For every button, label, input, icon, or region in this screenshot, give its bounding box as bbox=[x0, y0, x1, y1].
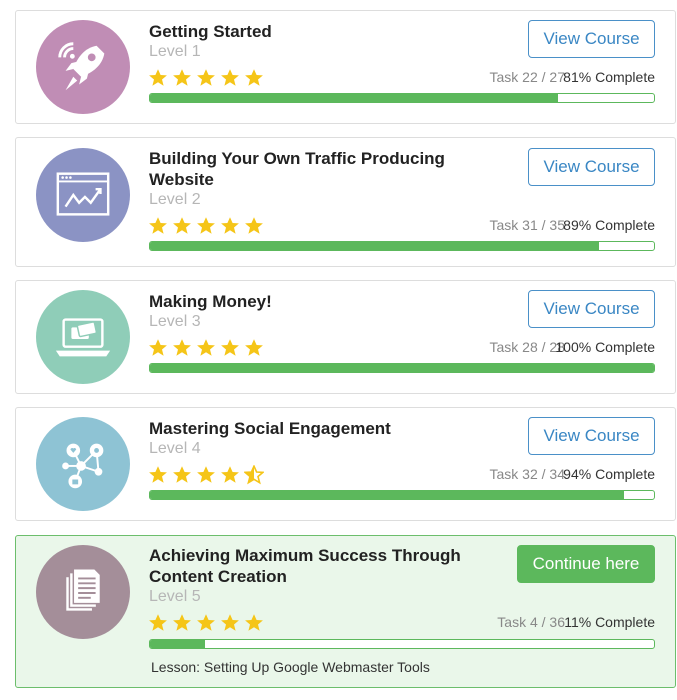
star-icon bbox=[196, 338, 216, 360]
star-icon bbox=[172, 613, 192, 635]
task-count: Task 22 / 27 bbox=[489, 69, 566, 85]
star-icon bbox=[148, 613, 168, 635]
percent-complete: 100% Complete bbox=[555, 339, 655, 355]
rating-stars bbox=[148, 216, 264, 238]
star-icon bbox=[148, 216, 168, 238]
view-course-button[interactable]: View Course bbox=[528, 417, 655, 455]
progress-bar bbox=[149, 93, 655, 103]
progress-fill bbox=[150, 94, 559, 102]
star-icon bbox=[196, 216, 216, 238]
course-level: Level 4 bbox=[149, 440, 201, 457]
star-icon bbox=[196, 465, 216, 487]
laptop-card-icon bbox=[55, 318, 111, 357]
view-course-button[interactable]: View Course bbox=[528, 20, 655, 58]
star-icon bbox=[148, 338, 168, 360]
current-lesson[interactable]: Lesson: Setting Up Google Webmaster Tool… bbox=[151, 658, 430, 676]
view-course-button[interactable]: View Course bbox=[528, 290, 655, 328]
browser-chart-icon bbox=[56, 172, 110, 216]
progress-bar bbox=[149, 490, 655, 500]
course-card-social-engagement: Mastering Social Engagement Level 4 Task… bbox=[15, 407, 676, 521]
star-icon bbox=[148, 465, 168, 487]
view-course-button[interactable]: View Course bbox=[528, 148, 655, 186]
course-level: Level 1 bbox=[149, 43, 201, 60]
star-icon bbox=[196, 68, 216, 90]
task-count: Task 31 / 35 bbox=[489, 217, 566, 233]
star-icon bbox=[220, 338, 240, 360]
progress-fill bbox=[150, 491, 624, 499]
star-icon bbox=[172, 338, 192, 360]
star-icon bbox=[244, 216, 264, 238]
rating-stars bbox=[148, 464, 265, 487]
course-card-content-creation: Achieving Maximum Success Through Conten… bbox=[15, 535, 676, 688]
documents-icon bbox=[64, 568, 102, 613]
progress-bar bbox=[149, 639, 655, 649]
course-title: Achieving Maximum Success Through Conten… bbox=[149, 546, 461, 586]
course-title: Getting Started bbox=[149, 22, 272, 41]
star-icon bbox=[220, 68, 240, 90]
course-card-making-money: Making Money! Level 3 Task 28 / 28 100% … bbox=[15, 280, 676, 394]
course-card-traffic-website: Building Your Own Traffic Producing Webs… bbox=[15, 137, 676, 267]
star-icon bbox=[172, 465, 192, 487]
star-icon bbox=[196, 613, 216, 635]
course-avatar bbox=[36, 545, 130, 639]
star-icon bbox=[220, 613, 240, 635]
rocket-icon bbox=[58, 42, 105, 91]
course-title: Making Money! bbox=[149, 292, 272, 311]
course-avatar bbox=[36, 290, 130, 384]
course-level: Level 5 bbox=[149, 588, 201, 605]
course-avatar bbox=[36, 417, 130, 511]
percent-complete: 11% Complete bbox=[564, 614, 655, 630]
course-title: Mastering Social Engagement bbox=[149, 419, 391, 438]
course-level: Level 2 bbox=[149, 191, 201, 208]
progress-fill bbox=[150, 364, 654, 372]
progress-bar bbox=[149, 363, 655, 373]
star-icon bbox=[244, 338, 264, 360]
task-count: Task 28 / 28 bbox=[489, 339, 566, 355]
rating-stars bbox=[148, 338, 264, 360]
percent-complete: 94% Complete bbox=[563, 466, 655, 482]
task-count: Task 4 / 36 bbox=[497, 614, 565, 630]
task-count: Task 32 / 34 bbox=[489, 466, 566, 482]
star-icon bbox=[172, 216, 192, 238]
star-icon bbox=[244, 613, 264, 635]
progress-bar bbox=[149, 241, 655, 251]
progress-fill bbox=[150, 242, 599, 250]
course-avatar bbox=[36, 20, 130, 114]
continue-here-button[interactable]: Continue here bbox=[517, 545, 655, 583]
course-avatar bbox=[36, 148, 130, 242]
rating-stars bbox=[148, 613, 264, 635]
progress-fill bbox=[150, 640, 206, 648]
star-icon bbox=[244, 68, 264, 90]
course-card-getting-started: Getting Started Level 1 Task 22 / 27 81%… bbox=[15, 10, 676, 124]
star-icon bbox=[220, 216, 240, 238]
star-icon bbox=[243, 464, 265, 487]
course-level: Level 3 bbox=[149, 313, 201, 330]
percent-complete: 89% Complete bbox=[563, 217, 655, 233]
percent-complete: 81% Complete bbox=[563, 69, 655, 85]
star-icon bbox=[220, 465, 240, 487]
star-icon bbox=[148, 68, 168, 90]
social-network-icon bbox=[62, 443, 104, 489]
rating-stars bbox=[148, 68, 264, 90]
course-title: Building Your Own Traffic Producing Webs… bbox=[149, 149, 445, 189]
star-icon bbox=[172, 68, 192, 90]
